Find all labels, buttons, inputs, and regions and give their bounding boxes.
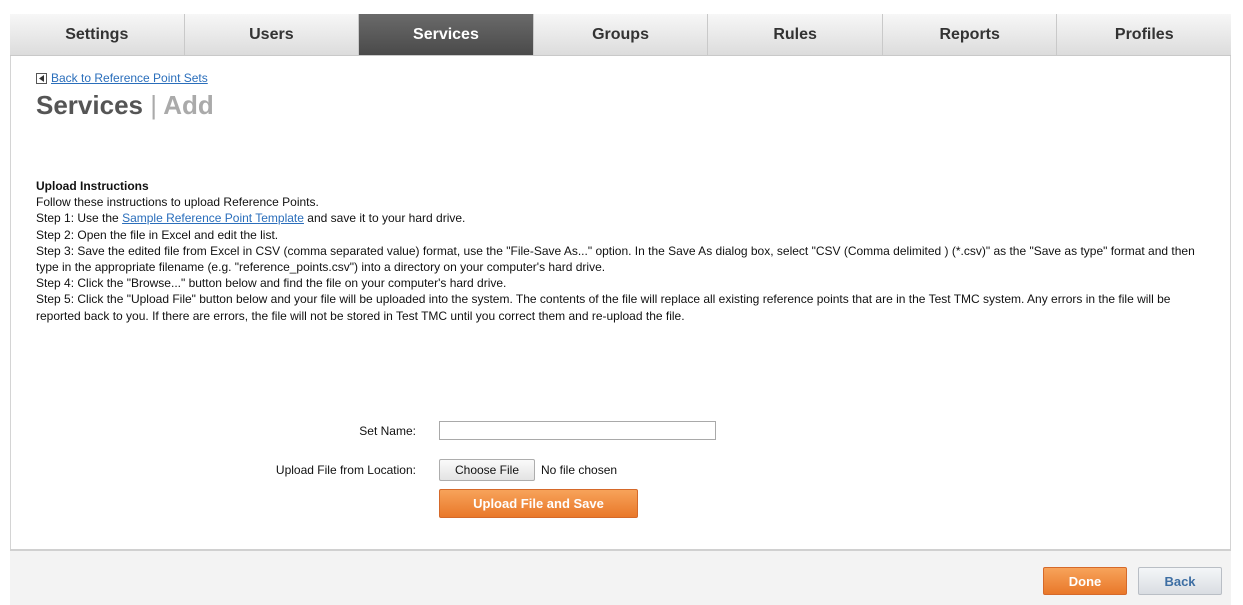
tab-settings[interactable]: Settings (10, 14, 185, 56)
tab-rules[interactable]: Rules (708, 14, 883, 56)
tab-profiles[interactable]: Profiles (1057, 14, 1232, 56)
done-button[interactable]: Done (1043, 567, 1127, 595)
page-title-main: Services (36, 90, 143, 120)
step-1-suffix: and save it to your hard drive. (303, 211, 466, 226)
upload-file-label: Upload File from Location: (275, 463, 416, 477)
tab-groups[interactable]: Groups (533, 14, 709, 56)
instructions-step-1: Step 1: Use the Sample Reference Point T… (36, 210, 1216, 226)
upload-file-and-save-button[interactable]: Upload File and Save (439, 489, 638, 518)
page-title: Services | Add (36, 90, 214, 121)
set-name-input[interactable] (439, 421, 716, 440)
step-1-prefix: Step 1: Use the (36, 211, 123, 226)
back-button[interactable]: Back (1138, 567, 1222, 595)
sample-template-link[interactable]: Sample Reference Point Template (122, 211, 304, 225)
choose-file-button[interactable]: Choose File (439, 459, 535, 481)
tab-reports[interactable]: Reports (882, 14, 1058, 56)
upload-instructions: Upload Instructions Follow these instruc… (36, 178, 1216, 324)
main-tab-bar: Settings Users Services Groups Rules Rep… (10, 14, 1232, 56)
breadcrumb: Back to Reference Point Sets (36, 71, 208, 85)
tab-services[interactable]: Services (359, 14, 534, 56)
set-name-label: Set Name: (359, 424, 416, 438)
instructions-step-3: Step 3: Save the edited file from Excel … (36, 243, 1195, 275)
instructions-intro: Follow these instructions to upload Refe… (36, 195, 319, 210)
instructions-step-4: Step 4: Click the "Browse..." button bel… (36, 276, 507, 291)
page-title-sub: Add (163, 90, 214, 120)
back-to-reference-point-sets-link[interactable]: Back to Reference Point Sets (51, 71, 208, 85)
instructions-heading: Upload Instructions (36, 179, 149, 193)
back-arrow-icon[interactable] (36, 72, 47, 84)
instructions-step-2: Step 2: Open the file in Excel and edit … (36, 227, 279, 242)
file-status-text: No file chosen (541, 463, 618, 477)
page-title-separator: | (150, 90, 157, 120)
instructions-step-5: Step 5: Click the "Upload File" button b… (36, 292, 1171, 323)
tab-users[interactable]: Users (184, 14, 360, 56)
